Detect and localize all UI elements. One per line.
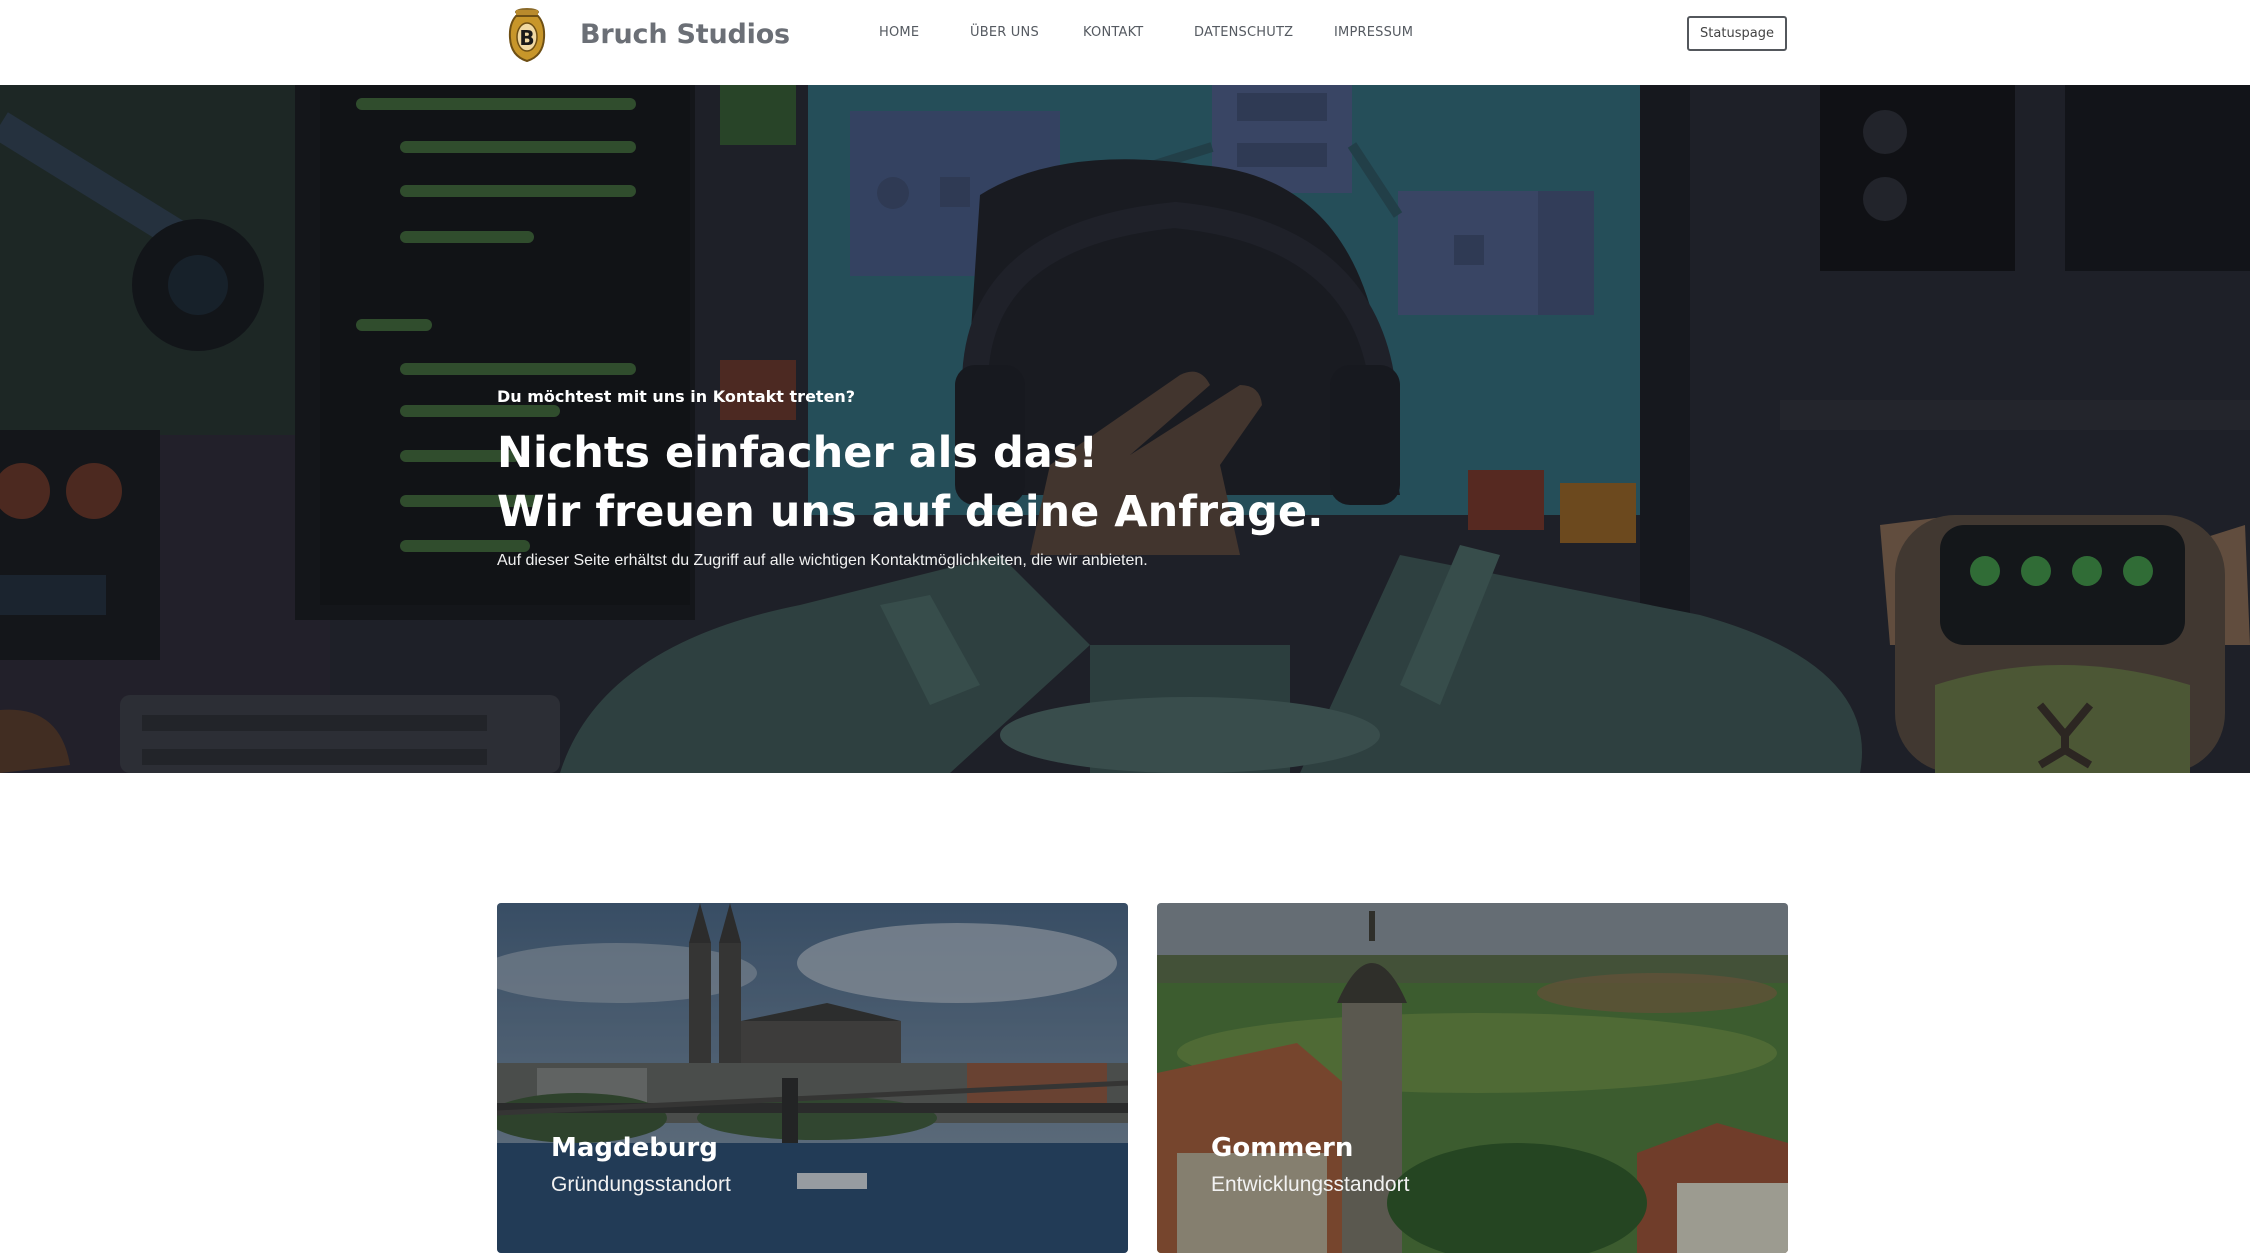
- card-city-role: Gründungsstandort: [551, 1173, 731, 1196]
- location-card-magdeburg[interactable]: Magdeburg Gründungsstandort: [497, 903, 1128, 1253]
- brand[interactable]: B Bruch Studios: [508, 4, 790, 64]
- top-navbar: B Bruch Studios Home Über uns Kontakt Da…: [0, 0, 2250, 85]
- gommern-photo: [1157, 903, 1788, 1253]
- nav-home[interactable]: Home: [879, 25, 919, 40]
- nav-datenschutz[interactable]: Datenschutz: [1194, 25, 1293, 40]
- magdeburg-photo: [497, 903, 1128, 1253]
- hero-text: Du möchtest mit uns in Kontakt treten? N…: [497, 387, 1323, 570]
- brand-name: Bruch Studios: [580, 18, 790, 50]
- hero-kicker: Du möchtest mit uns in Kontakt treten?: [497, 387, 856, 406]
- logo-letter: B: [519, 26, 534, 50]
- card-city-role: Entwicklungsstandort: [1211, 1173, 1410, 1196]
- card-city-title: Gommern: [1211, 1133, 1354, 1163]
- nav-ueber-uns[interactable]: Über uns: [970, 25, 1039, 40]
- hero-title-line2: Wir freuen uns auf deine Anfrage.: [497, 487, 1324, 537]
- statuspage-button[interactable]: Statuspage: [1687, 16, 1787, 51]
- nav-kontakt[interactable]: Kontakt: [1083, 25, 1143, 40]
- hero-banner: Du möchtest mit uns in Kontakt treten? N…: [0, 85, 2250, 773]
- hero-title-line1: Nichts einfacher als das!: [497, 428, 1098, 478]
- location-card-gommern[interactable]: Gommern Entwicklungsstandort: [1157, 903, 1788, 1253]
- nav-impressum[interactable]: Impressum: [1334, 25, 1413, 40]
- card-city-title: Magdeburg: [551, 1133, 718, 1163]
- logo-jar-icon: B: [508, 8, 546, 63]
- hero-subtitle: Auf dieser Seite erhältst du Zugriff auf…: [497, 552, 1148, 569]
